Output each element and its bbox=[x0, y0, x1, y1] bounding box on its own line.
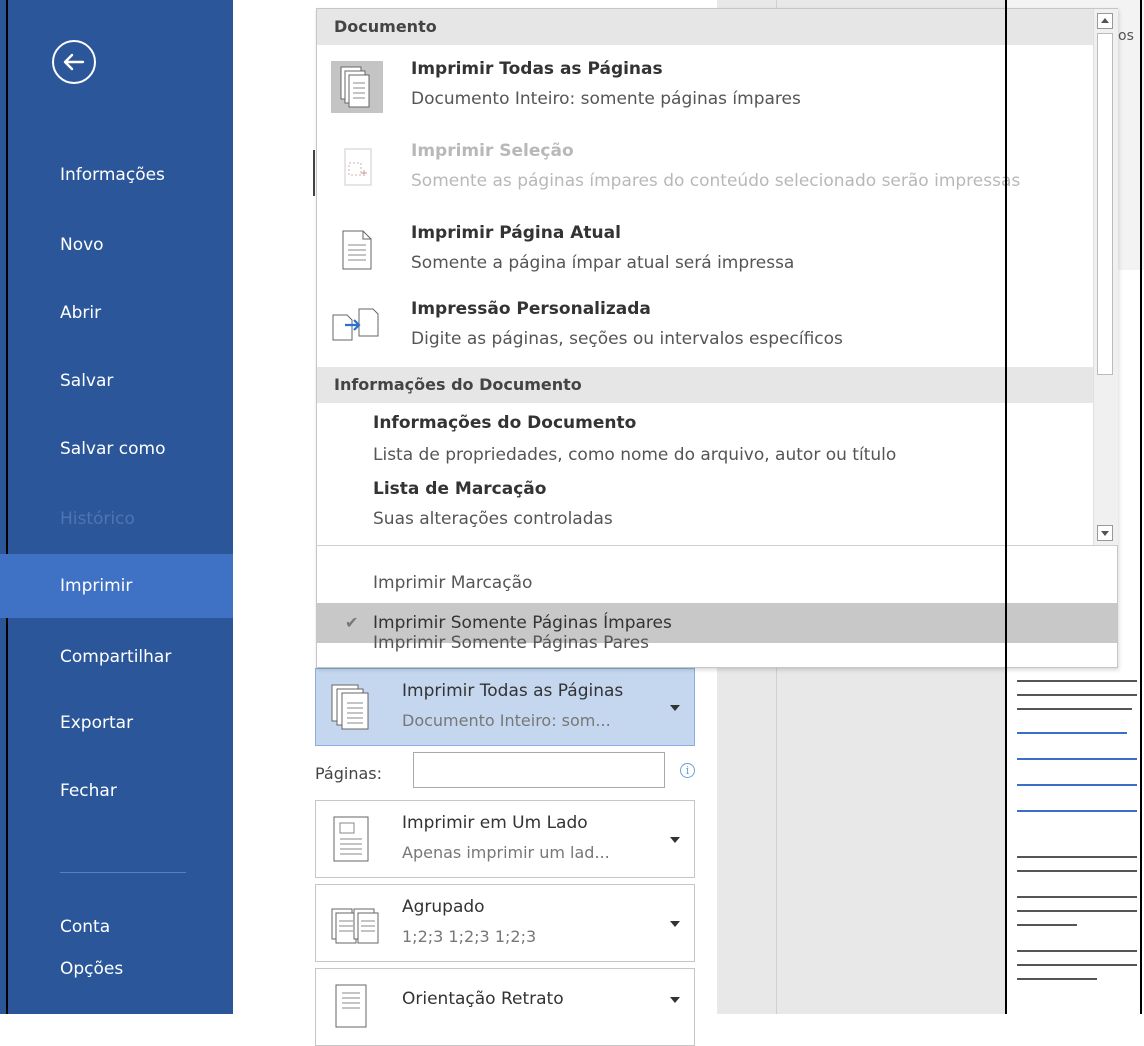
chevron-down-icon bbox=[670, 705, 680, 711]
nav-close[interactable]: Fechar bbox=[0, 766, 233, 816]
scroll-thumb[interactable] bbox=[1097, 33, 1113, 375]
option-title: Impressão Personalizada bbox=[411, 299, 651, 319]
option-markup-list[interactable]: Lista de Marcação bbox=[373, 479, 546, 499]
orientation-title: Orientação Retrato bbox=[402, 989, 564, 1009]
nav-history: Histórico bbox=[60, 509, 135, 529]
overlay-edge-line bbox=[1005, 0, 1007, 668]
all-pages-icon bbox=[331, 61, 383, 113]
selection-icon bbox=[331, 143, 383, 195]
option-title: Imprimir Página Atual bbox=[411, 223, 621, 243]
nav-open[interactable]: Abrir bbox=[0, 288, 233, 338]
option-custom-print[interactable]: Impressão Personalizada Digite as página… bbox=[317, 293, 1093, 363]
option-print-current-page[interactable]: Imprimir Página Atual Somente a página í… bbox=[317, 217, 1093, 287]
print-range-menu: Documento Imprimir Todas as Páginas Docu… bbox=[316, 8, 1118, 668]
nav-save-as[interactable]: Salvar como bbox=[0, 424, 233, 474]
section-header-document: Documento bbox=[317, 9, 1093, 45]
option-desc: Somente a página ímpar atual será impres… bbox=[411, 253, 795, 273]
option-even-pages-only[interactable]: Imprimir Somente Páginas Pares bbox=[317, 623, 1117, 663]
option-desc: Documento Inteiro: somente páginas ímpar… bbox=[411, 89, 801, 109]
custom-print-icon bbox=[331, 301, 383, 353]
option-title: Imprimir Seleção bbox=[411, 141, 574, 161]
menu-separator bbox=[317, 545, 1117, 546]
all-pages-icon bbox=[331, 684, 369, 730]
print-range-title: Imprimir Todas as Páginas bbox=[402, 681, 624, 701]
scroll-up-arrow[interactable] bbox=[1097, 13, 1113, 29]
nav-info[interactable]: Informações bbox=[0, 150, 233, 200]
back-arrow-icon bbox=[63, 53, 85, 71]
nav-export[interactable]: Exportar bbox=[0, 698, 233, 748]
option-desc: Somente as páginas ímpares do conteúdo s… bbox=[411, 171, 1021, 191]
bracket-mark bbox=[303, 150, 315, 196]
collated-icon bbox=[331, 908, 379, 944]
section-title: Informações do Documento bbox=[334, 375, 582, 394]
option-print-selection: Imprimir Seleção Somente as páginas ímpa… bbox=[317, 135, 1093, 205]
option-title: Imprimir Todas as Páginas bbox=[411, 59, 663, 79]
chevron-down-icon bbox=[670, 837, 680, 843]
option-desc: Digite as páginas, seções ou intervalos … bbox=[411, 329, 843, 349]
option-document-info-desc: Lista de propriedades, como nome do arqu… bbox=[373, 445, 897, 465]
nav-new[interactable]: Novo bbox=[0, 220, 233, 270]
section-title: Documento bbox=[334, 17, 437, 36]
collate-desc: 1;2;3 1;2;3 1;2;3 bbox=[402, 927, 537, 946]
print-range-desc: Documento Inteiro: som... bbox=[402, 711, 611, 730]
preview-text-fragment: os bbox=[1118, 28, 1134, 44]
sides-dropdown[interactable]: Imprimir em Um Lado Apenas imprimir um l… bbox=[315, 800, 695, 878]
chevron-down-icon bbox=[670, 921, 680, 927]
nav-save[interactable]: Salvar bbox=[0, 356, 233, 406]
option-print-markup[interactable]: Imprimir Marcação bbox=[317, 563, 1117, 603]
menu-scrollbar[interactable] bbox=[1093, 9, 1118, 545]
one-side-icon bbox=[333, 816, 369, 862]
portrait-icon bbox=[335, 984, 367, 1028]
current-page-icon bbox=[331, 225, 383, 277]
option-label: Imprimir Marcação bbox=[373, 573, 533, 593]
window-edge-right bbox=[1140, 0, 1142, 1014]
chevron-down-icon bbox=[670, 997, 680, 1003]
pages-label: Páginas: bbox=[315, 764, 383, 783]
nav-print[interactable]: Imprimir bbox=[0, 554, 233, 618]
pages-input[interactable] bbox=[413, 752, 665, 788]
section-header-document-info: Informações do Documento bbox=[317, 367, 1093, 403]
option-document-info[interactable]: Informações do Documento bbox=[373, 413, 636, 433]
collate-dropdown[interactable]: Agrupado 1;2;3 1;2;3 1;2;3 bbox=[315, 884, 695, 962]
info-icon[interactable]: i bbox=[680, 763, 695, 778]
collate-title: Agrupado bbox=[402, 897, 485, 917]
option-label: Imprimir Somente Páginas Pares bbox=[373, 633, 649, 653]
nav-share[interactable]: Compartilhar bbox=[0, 632, 233, 682]
option-print-all-pages[interactable]: Imprimir Todas as Páginas Documento Inte… bbox=[317, 53, 1093, 123]
orientation-dropdown[interactable]: Orientação Retrato bbox=[315, 968, 695, 1046]
backstage-nav: Informações Novo Abrir Salvar Salvar com… bbox=[0, 0, 233, 1014]
option-markup-list-desc: Suas alterações controladas bbox=[373, 509, 613, 529]
nav-options[interactable]: Opções bbox=[0, 944, 233, 994]
print-range-dropdown[interactable]: Imprimir Todas as Páginas Documento Inte… bbox=[315, 668, 695, 746]
sides-desc: Apenas imprimir um lad... bbox=[402, 843, 610, 862]
sides-title: Imprimir em Um Lado bbox=[402, 813, 588, 833]
scroll-down-arrow[interactable] bbox=[1097, 525, 1113, 541]
nav-separator bbox=[60, 872, 186, 873]
back-button[interactable] bbox=[52, 40, 96, 84]
